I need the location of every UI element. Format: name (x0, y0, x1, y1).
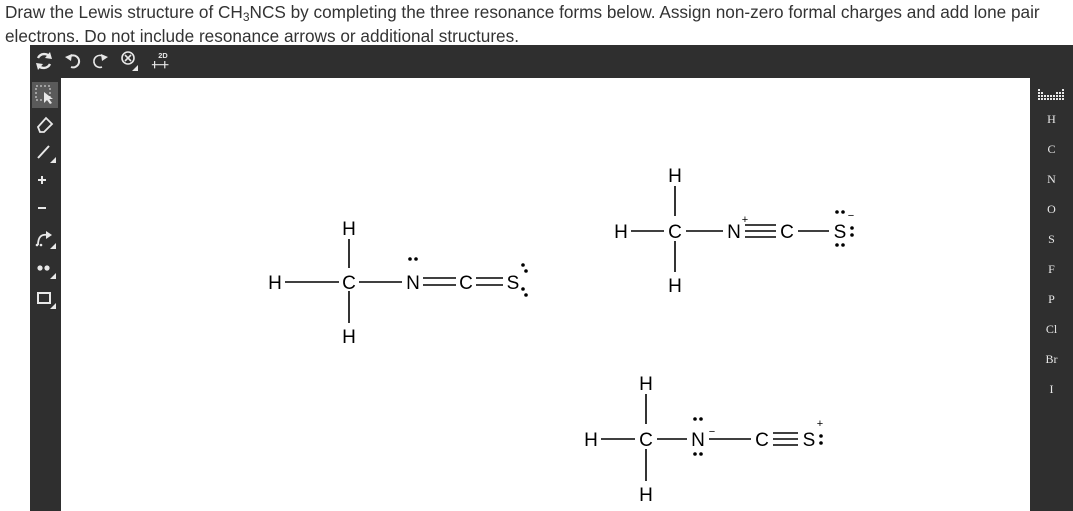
question-text: Draw the Lewis structure of CH3NCS by co… (5, 2, 1040, 46)
element-button-i[interactable]: I (1030, 382, 1073, 397)
atom-s: S (803, 430, 816, 451)
drawing-canvas[interactable]: H H C N C S H H H C N + C S − H H H C N … (61, 78, 1030, 511)
reset-icon[interactable] (32, 49, 56, 73)
atom-h: H (584, 430, 598, 451)
plus-charge: + (817, 418, 823, 430)
atom-h: H (639, 374, 653, 395)
periodic-table-icon[interactable] (1036, 87, 1066, 101)
element-button-p[interactable]: P (1030, 292, 1073, 307)
resonance-form-3: H H C N − C S + H (584, 374, 823, 506)
structure-editor: 2D H H C N C S H H H C N + C S − H H H C… (30, 45, 1073, 511)
lone-pair-icon[interactable] (32, 255, 58, 281)
top-toolbar: 2D (30, 45, 1073, 78)
minus-charge-icon[interactable] (32, 195, 58, 221)
atom-n: N (691, 430, 705, 451)
zoom-icon[interactable] (118, 49, 142, 73)
element-palette: H C N O S F P Cl Br I (1030, 78, 1073, 511)
2d-label: 2D (158, 51, 168, 60)
atom-h: H (639, 485, 653, 506)
2d-clean-icon[interactable]: 2D (150, 49, 174, 73)
select-icon[interactable] (32, 82, 58, 108)
plus-charge-icon[interactable] (32, 167, 58, 193)
atom-c: C (755, 430, 769, 451)
element-button-s[interactable]: S (1030, 232, 1073, 247)
element-button-n[interactable]: N (1030, 172, 1073, 187)
element-button-f[interactable]: F (1030, 262, 1073, 277)
ring-icon[interactable] (32, 285, 58, 311)
redo-icon[interactable] (88, 49, 112, 73)
undo-icon[interactable] (61, 49, 85, 73)
element-button-o[interactable]: O (1030, 202, 1073, 217)
bond-icon[interactable] (32, 139, 58, 165)
minus-charge: − (709, 426, 715, 438)
element-button-br[interactable]: Br (1030, 352, 1073, 367)
element-button-c[interactable]: C (1030, 142, 1073, 157)
arrow-icon[interactable] (32, 225, 58, 251)
eraser-icon[interactable] (32, 111, 58, 137)
atom-c: C (639, 430, 653, 451)
left-toolbar (30, 78, 61, 511)
element-button-h[interactable]: H (1030, 112, 1073, 127)
element-button-cl[interactable]: Cl (1030, 322, 1073, 337)
